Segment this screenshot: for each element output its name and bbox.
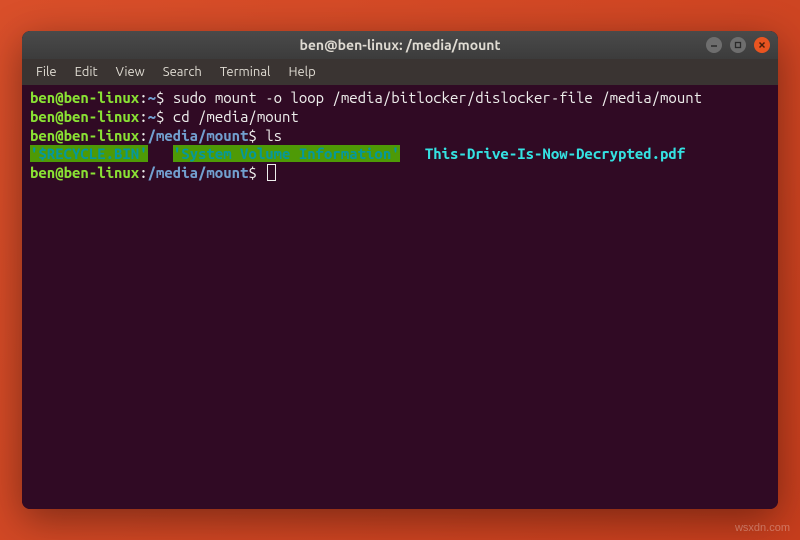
minimize-icon [710, 41, 718, 49]
prompt-path: /media/mount [148, 164, 249, 181]
prompt-userhost: ben@ben-linux [30, 89, 139, 106]
menu-file[interactable]: File [28, 62, 65, 82]
prompt-userhost: ben@ben-linux [30, 164, 139, 181]
ls-entry-highlighted: '$RECYCLE.BIN' [30, 145, 148, 162]
terminal-line: ben@ben-linux:~$ cd /media/mount [30, 108, 770, 127]
prompt-path: /media/mount [148, 127, 249, 144]
cursor-icon [267, 164, 276, 181]
menu-help[interactable]: Help [280, 62, 323, 82]
menu-view[interactable]: View [108, 62, 153, 82]
window-title: ben@ben-linux: /media/mount [299, 37, 500, 53]
menu-search[interactable]: Search [155, 62, 210, 82]
minimize-button[interactable] [706, 37, 722, 53]
menu-edit[interactable]: Edit [67, 62, 106, 82]
command-text: sudo mount -o loop /media/bitlocker/disl… [173, 89, 702, 106]
menubar: File Edit View Search Terminal Help [22, 59, 778, 85]
prompt-userhost: ben@ben-linux [30, 108, 139, 125]
terminal-window: ben@ben-linux: /media/mount File Edit Vi… [22, 31, 778, 509]
terminal-line: ben@ben-linux:~$ sudo mount -o loop /med… [30, 89, 770, 108]
prompt-userhost: ben@ben-linux [30, 127, 139, 144]
terminal-body[interactable]: ben@ben-linux:~$ sudo mount -o loop /med… [22, 85, 778, 509]
terminal-output-line: '$RECYCLE.BIN' 'System Volume Informatio… [30, 145, 770, 164]
menu-terminal[interactable]: Terminal [212, 62, 279, 82]
ls-entry-highlighted: 'System Volume Information' [173, 145, 400, 162]
prompt-path: ~ [148, 89, 156, 106]
terminal-line: ben@ben-linux:/media/mount$ ls [30, 127, 770, 146]
maximize-icon [734, 41, 742, 49]
prompt-path: ~ [148, 108, 156, 125]
command-text: cd /media/mount [173, 108, 299, 125]
close-button[interactable] [754, 37, 770, 53]
window-controls [706, 37, 770, 53]
watermark: wsxdn.com [735, 522, 790, 534]
maximize-button[interactable] [730, 37, 746, 53]
terminal-line: ben@ben-linux:/media/mount$ [30, 164, 770, 183]
ls-entry-file: This-Drive-Is-Now-Decrypted.pdf [425, 145, 685, 162]
command-text: ls [265, 127, 282, 144]
close-icon [758, 41, 766, 49]
titlebar[interactable]: ben@ben-linux: /media/mount [22, 31, 778, 59]
